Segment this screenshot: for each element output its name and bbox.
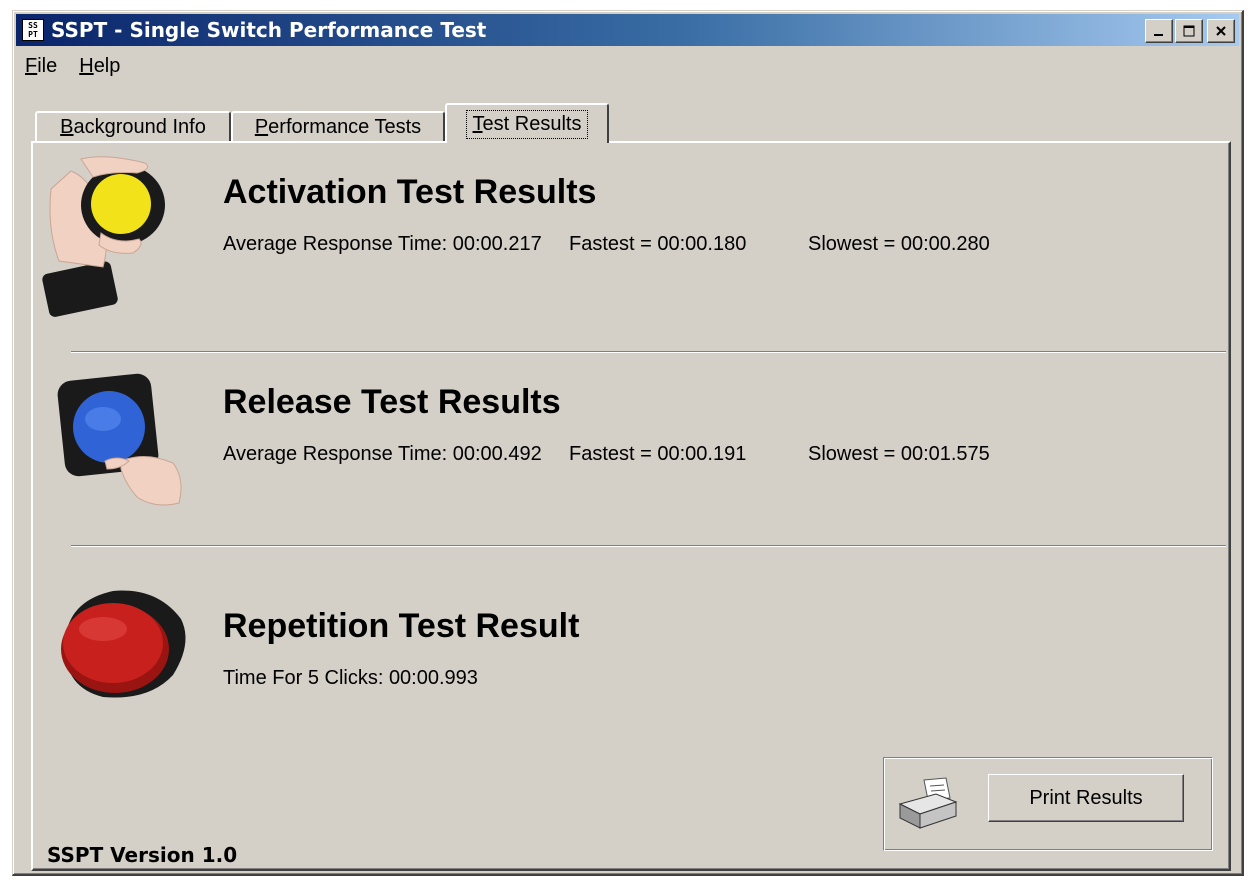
blue-switch-hand-icon (57, 373, 182, 506)
activation-average: Average Response Time: 00:00.217 (223, 233, 542, 255)
minimize-button[interactable] (1145, 19, 1173, 43)
maximize-icon (1183, 25, 1195, 37)
tab-performance-tests[interactable]: Performance Tests (231, 111, 445, 141)
activation-fastest: Fastest = 00:00.180 (569, 233, 747, 255)
release-title: Release Test Results (223, 383, 561, 421)
close-button[interactable] (1207, 19, 1235, 43)
release-average: Average Response Time: 00:00.492 (223, 443, 542, 465)
results-panel: Activation Test Results Average Response… (31, 141, 1231, 871)
app-window: SS PT SSPT - Single Switch Performance Te… (12, 10, 1244, 876)
printer-icon (898, 777, 958, 829)
print-group: Print Results (883, 757, 1213, 851)
app-icon[interactable]: SS PT (22, 19, 44, 41)
activation-title: Activation Test Results (223, 173, 597, 211)
maximize-button[interactable] (1175, 19, 1203, 43)
section-divider (71, 351, 1226, 353)
tab-background-info[interactable]: Background Info (35, 111, 231, 141)
close-icon (1216, 26, 1226, 36)
menu-bar: File Help (25, 55, 142, 78)
activation-slowest: Slowest = 00:00.280 (808, 233, 990, 255)
print-results-button[interactable]: Print Results (988, 774, 1184, 822)
window-controls (1143, 19, 1235, 43)
release-fastest: Fastest = 00:00.191 (569, 443, 747, 465)
minimize-icon (1154, 34, 1163, 36)
release-slowest: Slowest = 00:01.575 (808, 443, 990, 465)
repetition-title: Repetition Test Result (223, 607, 580, 645)
menu-file[interactable]: File (25, 55, 57, 78)
window-title: SSPT - Single Switch Performance Test (51, 18, 487, 42)
tab-test-results[interactable]: Test Results (445, 103, 609, 143)
version-label: SSPT Version 1.0 (47, 843, 238, 867)
repetition-time: Time For 5 Clicks: 00:00.993 (223, 667, 478, 689)
red-switch-icon (61, 590, 186, 698)
title-bar[interactable]: SS PT SSPT - Single Switch Performance Te… (16, 14, 1239, 46)
menu-help[interactable]: Help (79, 55, 120, 78)
section-divider (71, 545, 1226, 547)
yellow-switch-hand-icon (42, 156, 165, 317)
